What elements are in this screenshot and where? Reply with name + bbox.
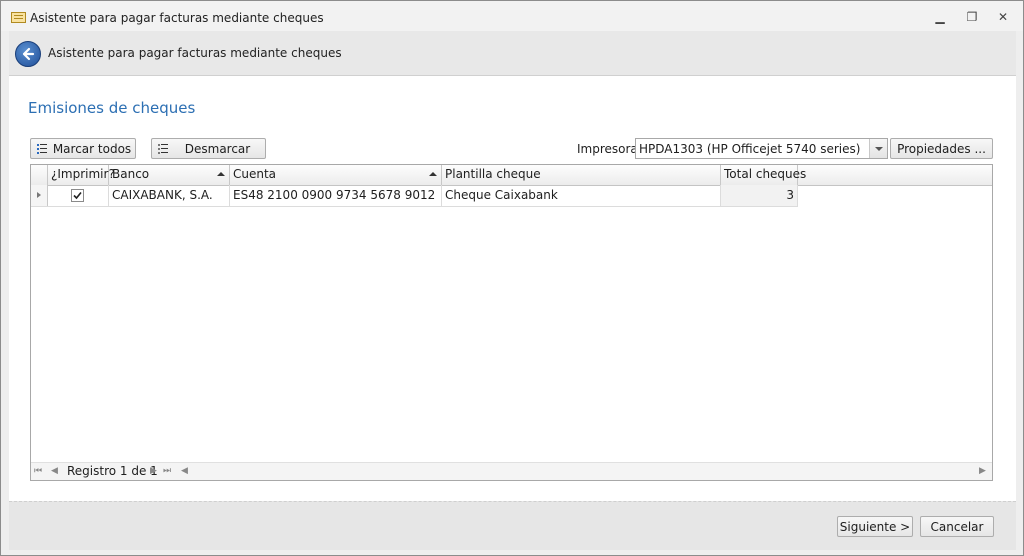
- wizard-window: Asistente para pagar facturas mediante c…: [0, 0, 1024, 556]
- next-button[interactable]: Siguiente >: [837, 516, 913, 537]
- grid-header: ¿Imprimir? Banco Cuenta Plantilla cheque…: [31, 165, 992, 186]
- printer-value: HPDA1303 (HP Officejet 5740 series): [639, 142, 861, 156]
- template-cell[interactable]: Cheque Caixabank: [442, 185, 721, 206]
- header-title: Asistente para pagar facturas mediante c…: [48, 46, 342, 60]
- total-cell[interactable]: 3: [721, 185, 798, 206]
- scroll-left-icon[interactable]: ◀: [181, 463, 188, 480]
- restore-button[interactable]: ❐: [961, 8, 983, 26]
- column-header-template[interactable]: Plantilla cheque: [442, 165, 721, 185]
- row-indicator-header: [31, 165, 48, 185]
- scroll-right-icon[interactable]: ▶: [979, 463, 986, 480]
- window-title: Asistente para pagar facturas mediante c…: [30, 11, 324, 25]
- column-header-print[interactable]: ¿Imprimir?: [48, 165, 115, 185]
- record-counter: Registro 1 de 1: [67, 464, 158, 478]
- column-header-total[interactable]: Total cheques: [721, 165, 806, 185]
- print-checkbox[interactable]: [71, 189, 84, 202]
- deselect-all-button[interactable]: Desmarcar todos: [151, 138, 266, 177]
- column-header-bank[interactable]: Banco: [109, 165, 230, 185]
- column-header-account-label: Cuenta: [233, 167, 277, 181]
- select-all-button[interactable]: Marcar todos: [30, 138, 136, 159]
- section-title: Emisiones de cheques: [28, 99, 196, 117]
- title-bar: Asistente para pagar facturas mediante c…: [1, 1, 1023, 31]
- previous-record-icon[interactable]: ◀: [51, 463, 58, 480]
- close-button[interactable]: ✕: [992, 8, 1014, 26]
- print-cell[interactable]: [48, 185, 109, 206]
- select-all-label: Marcar todos: [52, 142, 132, 156]
- printer-label: Impresora:: [577, 142, 642, 156]
- back-arrow-icon[interactable]: [15, 41, 41, 67]
- last-record-icon[interactable]: ⏭: [163, 463, 171, 480]
- table-row[interactable]: CAIXABANK, S.A. ES48 2100 0900 9734 5678…: [31, 185, 798, 207]
- row-indicator-icon: [31, 185, 48, 206]
- wizard-footer: Siguiente > Cancelar: [9, 501, 1016, 550]
- sort-ascending-icon: [217, 172, 225, 176]
- wizard-header: Asistente para pagar facturas mediante c…: [9, 31, 1016, 76]
- properties-button[interactable]: Propiedades ...: [890, 138, 993, 159]
- first-record-icon[interactable]: ⏮: [34, 463, 42, 480]
- chevron-down-icon[interactable]: [869, 139, 887, 158]
- cheques-grid[interactable]: ¿Imprimir? Banco Cuenta Plantilla cheque…: [30, 164, 993, 481]
- printer-select[interactable]: HPDA1303 (HP Officejet 5740 series): [635, 138, 888, 159]
- app-icon: [11, 12, 26, 23]
- next-record-icon[interactable]: ▶: [150, 463, 157, 480]
- column-header-account[interactable]: Cuenta: [230, 165, 442, 185]
- account-cell[interactable]: ES48 2100 0900 9734 5678 9012: [230, 185, 442, 206]
- checklist-icon: [37, 143, 47, 154]
- sort-ascending-icon: [429, 172, 437, 176]
- column-header-bank-label: Banco: [112, 167, 150, 181]
- wizard-content: Emisiones de cheques Marcar todos Desmar…: [9, 76, 1016, 501]
- grid-navigator: ⏮ ◀ Registro 1 de 1 ▶ ⏭ ◀ ▶: [31, 462, 992, 480]
- cancel-button[interactable]: Cancelar: [920, 516, 994, 537]
- checklist-icon: [158, 143, 168, 154]
- bank-cell[interactable]: CAIXABANK, S.A.: [109, 185, 230, 206]
- minimize-button[interactable]: ▁: [929, 8, 951, 26]
